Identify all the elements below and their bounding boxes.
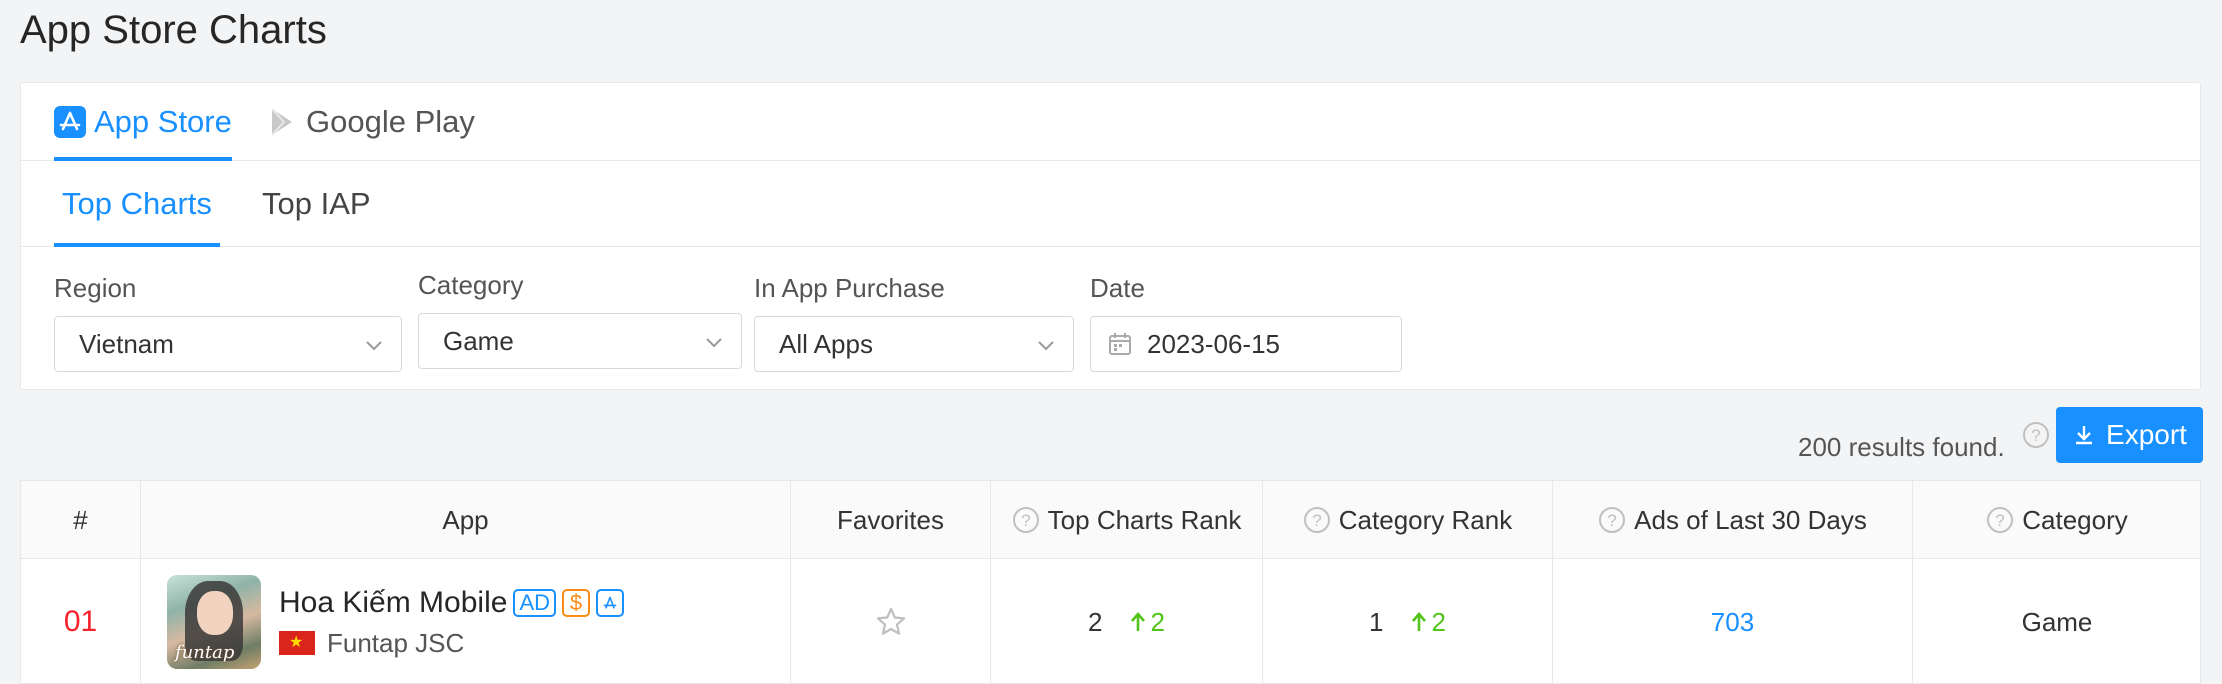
category-rank-cell: 1 2 <box>1263 559 1553 684</box>
vietnam-flag-icon: ★ <box>279 631 315 655</box>
ads-cell: 703 <box>1553 559 1913 684</box>
date-value: 2023-06-15 <box>1147 328 1280 359</box>
app-store-badge-icon <box>596 588 624 617</box>
col-top-charts-rank[interactable]: ? Top Charts Rank <box>991 481 1263 559</box>
svg-text:?: ? <box>1312 511 1321 530</box>
col-app: App <box>141 481 791 559</box>
rank-change: 2 <box>1410 607 1446 638</box>
col-top-charts-rank-label: Top Charts Rank <box>1047 504 1242 535</box>
export-button[interactable]: Export <box>2056 407 2203 463</box>
category-filter: Category Game <box>418 270 742 369</box>
app-name[interactable]: Hoa Kiếm Mobile <box>279 586 507 620</box>
table-header: # App Favorites ? Top Charts Rank ? Cate… <box>21 481 2200 559</box>
col-category-rank-label: Category Rank <box>1338 504 1513 535</box>
developer-name[interactable]: Funtap JSC <box>327 628 464 659</box>
col-favorites-label: Favorites <box>837 504 944 535</box>
star-icon[interactable] <box>875 606 907 638</box>
app-info: Hoa Kiếm Mobile AD $ ★ Funtap JSC <box>279 586 624 659</box>
date-filter: Date 2023-06-15 <box>1090 273 1402 372</box>
rank-number: 01 <box>63 605 98 638</box>
col-favorites: Favorites <box>791 481 991 559</box>
tab-app-store-label: App Store <box>94 104 232 139</box>
app-icon[interactable]: funtap <box>167 575 261 669</box>
category-cell: Game <box>1913 559 2201 684</box>
download-icon <box>2076 426 2093 445</box>
app-cell[interactable]: funtap Hoa Kiếm Mobile AD $ ★ Funtap JSC <box>141 559 791 684</box>
favorites-cell <box>791 559 991 684</box>
col-ads[interactable]: ? Ads of Last 30 Days <box>1553 481 1913 559</box>
col-rank-label: # <box>73 504 88 535</box>
iap-filter: In App Purchase All Apps <box>754 273 1074 372</box>
col-rank: # <box>21 481 141 559</box>
category-select[interactable]: Game <box>418 313 742 369</box>
tab-app-store[interactable]: App Store <box>54 83 232 161</box>
tab-top-charts[interactable]: Top Charts <box>54 161 220 247</box>
iap-select[interactable]: All Apps <box>754 316 1074 372</box>
region-value: Vietnam <box>79 328 174 359</box>
top-charts-rank-cell: 2 2 <box>991 559 1263 684</box>
app-store-icon <box>54 106 86 138</box>
col-app-label: App <box>442 504 489 535</box>
help-icon[interactable]: ? <box>1303 506 1331 534</box>
iap-badge: $ <box>562 588 590 617</box>
arrow-up-icon <box>1411 612 1426 631</box>
charts-table: # App Favorites ? Top Charts Rank ? Cate… <box>20 480 2201 684</box>
col-category-label: Category <box>2022 504 2128 535</box>
tab-top-iap-label: Top IAP <box>262 186 371 221</box>
category-rank-value: 1 <box>1369 606 1384 637</box>
region-select[interactable]: Vietnam <box>54 316 402 372</box>
developer-line: ★ Funtap JSC <box>279 628 624 659</box>
tab-top-charts-label: Top Charts <box>62 186 212 221</box>
svg-text:?: ? <box>1607 511 1616 530</box>
help-icon[interactable]: ? <box>1598 506 1626 534</box>
svg-text:?: ? <box>1996 511 2005 530</box>
export-label: Export <box>2106 419 2187 450</box>
results-count: 200 results found. <box>1798 432 2005 462</box>
top-charts-change-value: 2 <box>1150 606 1165 637</box>
active-tab-indicator <box>54 243 220 247</box>
chevron-down-icon <box>706 338 722 348</box>
svg-text:?: ? <box>1021 511 1030 530</box>
category-label: Category <box>418 270 524 300</box>
iap-value: All Apps <box>779 328 873 359</box>
tab-google-play-label: Google Play <box>306 104 475 139</box>
help-icon[interactable]: ? <box>2022 421 2050 449</box>
category-change-value: 2 <box>1431 606 1446 637</box>
arrow-up-icon <box>1130 612 1145 631</box>
rank-cell: 01 <box>21 559 141 684</box>
table-row[interactable]: 01 funtap Hoa Kiếm Mobile AD $ ★ Funtap … <box>21 559 2200 684</box>
filter-card: App Store Google Play Top Charts Top IAP… <box>20 82 2201 390</box>
page-title: App Store Charts <box>20 8 327 52</box>
calendar-icon <box>1109 333 1131 355</box>
category-value: Game <box>2021 606 2093 637</box>
iap-label: In App Purchase <box>754 273 945 303</box>
chart-tabs: Top Charts Top IAP <box>21 161 2200 247</box>
chevron-down-icon <box>1038 341 1054 351</box>
rank-change: 2 <box>1129 607 1165 638</box>
app-name-line: Hoa Kiếm Mobile AD $ <box>279 586 624 620</box>
region-label: Region <box>54 273 137 303</box>
top-charts-rank-value: 2 <box>1088 606 1103 637</box>
app-icon-text: funtap <box>175 642 235 663</box>
col-category[interactable]: ? Category <box>1913 481 2201 559</box>
tab-top-iap[interactable]: Top IAP <box>254 161 379 247</box>
tab-google-play[interactable]: Google Play <box>266 83 475 161</box>
store-tabs: App Store Google Play <box>21 83 2200 161</box>
date-label: Date <box>1090 273 1145 303</box>
region-filter: Region Vietnam <box>54 273 402 372</box>
date-picker[interactable]: 2023-06-15 <box>1090 316 1402 372</box>
svg-text:?: ? <box>2031 426 2040 445</box>
col-category-rank[interactable]: ? Category Rank <box>1263 481 1553 559</box>
ad-badge: AD <box>513 588 556 617</box>
category-value: Game <box>443 325 514 356</box>
help-icon[interactable]: ? <box>1012 506 1040 534</box>
ads-count-link[interactable]: 703 <box>1711 607 1754 638</box>
help-icon[interactable]: ? <box>1986 506 2014 534</box>
col-ads-label: Ads of Last 30 Days <box>1634 504 1867 535</box>
google-play-icon <box>266 106 298 138</box>
chevron-down-icon <box>366 341 382 351</box>
